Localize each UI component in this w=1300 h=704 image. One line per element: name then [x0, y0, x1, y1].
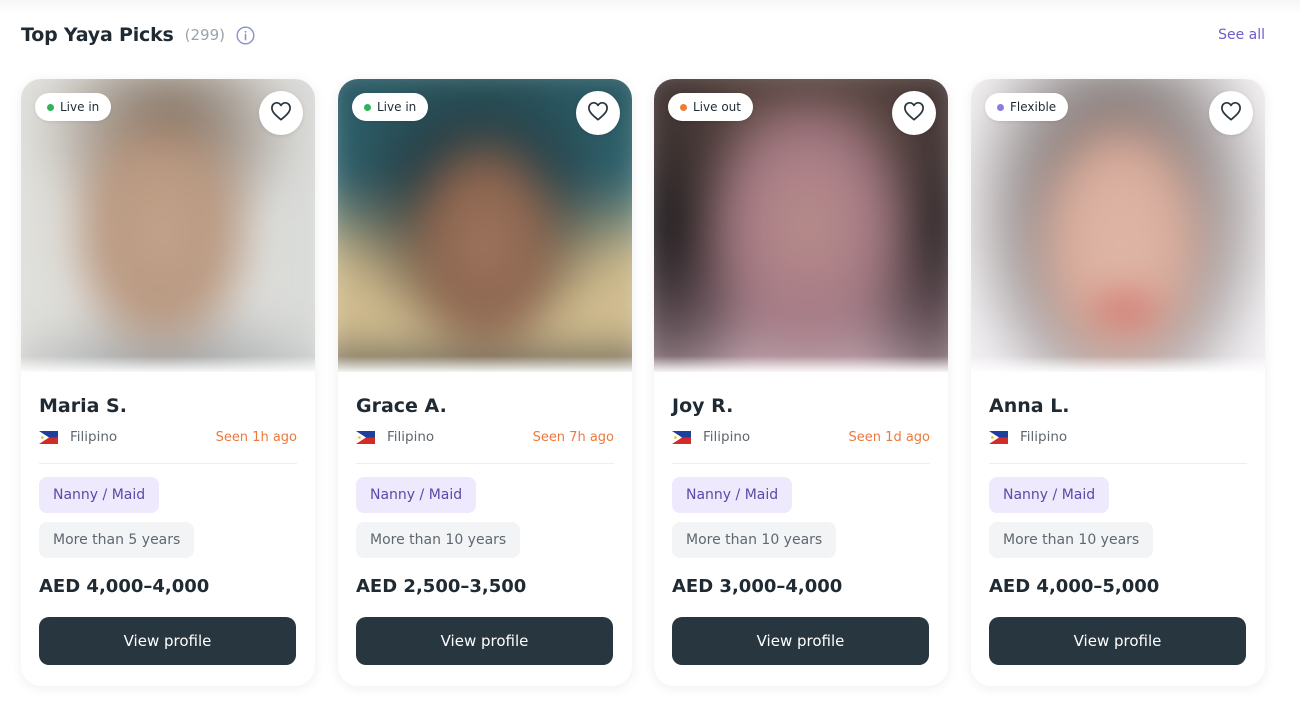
view-profile-button[interactable]: View profile	[39, 617, 296, 665]
profile-photo: Live in	[21, 79, 315, 372]
caregiver-card[interactable]: Flexible Anna L. Filipino Nanny / Maid M…	[971, 79, 1265, 686]
arrangement-badge: Live in	[352, 93, 429, 121]
meta-row: Filipino Seen 1d ago	[672, 428, 930, 446]
nationality: Filipino	[70, 429, 118, 445]
caregiver-name: Anna L.	[989, 395, 1070, 417]
see-all-link[interactable]: See all	[1218, 27, 1265, 43]
philippines-flag-icon	[356, 430, 375, 444]
heart-outline-icon	[903, 101, 925, 125]
profile-photo: Live out	[654, 79, 948, 372]
status-dot	[997, 103, 1004, 111]
arrangement-label: Live in	[377, 100, 417, 114]
arrangement-badge: Live out	[668, 93, 753, 121]
divider	[356, 463, 614, 464]
favorite-button[interactable]	[1209, 91, 1253, 135]
meta-row: Filipino	[989, 428, 1247, 446]
info-icon[interactable]	[236, 25, 255, 45]
last-seen: Seen 1d ago	[848, 429, 930, 445]
salary-range: AED 3,000–4,000	[672, 576, 843, 597]
nationality: Filipino	[703, 429, 751, 445]
salary-range: AED 4,000–5,000	[989, 576, 1160, 597]
caregiver-name: Joy R.	[672, 395, 734, 417]
profile-photo: Live in	[338, 79, 632, 372]
arrangement-badge: Live in	[35, 93, 112, 121]
philippines-flag-icon	[672, 430, 691, 444]
favorite-button[interactable]	[259, 91, 303, 135]
heart-outline-icon	[270, 101, 292, 125]
status-dot	[47, 103, 54, 111]
status-dot	[364, 103, 371, 111]
caregiver-card[interactable]: Live in Grace A. Filipino Seen 7h ago Na…	[338, 79, 632, 686]
role-tag: Nanny / Maid	[39, 477, 160, 513]
status-dot	[680, 103, 687, 111]
nationality: Filipino	[1020, 429, 1068, 445]
view-profile-button[interactable]: View profile	[672, 617, 929, 665]
experience-tag: More than 10 years	[989, 522, 1154, 558]
caregiver-name: Maria S.	[39, 395, 127, 417]
experience-tag: More than 10 years	[356, 522, 521, 558]
heart-outline-icon	[587, 101, 609, 125]
salary-range: AED 2,500–3,500	[356, 576, 527, 597]
experience-tag: More than 5 years	[39, 522, 195, 558]
section-title: Top Yaya Picks	[21, 24, 174, 46]
meta-row: Filipino Seen 1h ago	[39, 428, 297, 446]
section-header: Top Yaya Picks (299) See all	[21, 22, 1265, 48]
divider	[39, 463, 297, 464]
experience-tag: More than 10 years	[672, 522, 837, 558]
salary-range: AED 4,000–4,000	[39, 576, 210, 597]
caregiver-card[interactable]: Live out Joy R. Filipino Seen 1d ago Nan…	[654, 79, 948, 686]
result-count: (299)	[184, 26, 225, 44]
favorite-button[interactable]	[576, 91, 620, 135]
arrangement-label: Flexible	[1010, 100, 1057, 114]
view-profile-button[interactable]: View profile	[989, 617, 1246, 665]
philippines-flag-icon	[39, 430, 58, 444]
caregiver-name: Grace A.	[356, 395, 447, 417]
caregiver-card[interactable]: Live in Maria S. Filipino Seen 1h ago Na…	[21, 79, 315, 686]
view-profile-button[interactable]: View profile	[356, 617, 613, 665]
last-seen: Seen 7h ago	[532, 429, 614, 445]
divider	[989, 463, 1247, 464]
last-seen: Seen 1h ago	[215, 429, 297, 445]
arrangement-label: Live in	[60, 100, 100, 114]
top-edge-shadow	[0, 0, 1300, 14]
divider	[672, 463, 930, 464]
role-tag: Nanny / Maid	[989, 477, 1110, 513]
arrangement-label: Live out	[693, 100, 741, 114]
role-tag: Nanny / Maid	[356, 477, 477, 513]
heart-outline-icon	[1220, 101, 1242, 125]
caregiver-card-list: Live in Maria S. Filipino Seen 1h ago Na…	[21, 79, 1265, 687]
meta-row: Filipino Seen 7h ago	[356, 428, 614, 446]
arrangement-badge: Flexible	[985, 93, 1069, 121]
role-tag: Nanny / Maid	[672, 477, 793, 513]
nationality: Filipino	[387, 429, 435, 445]
philippines-flag-icon	[989, 430, 1008, 444]
favorite-button[interactable]	[892, 91, 936, 135]
profile-photo: Flexible	[971, 79, 1265, 372]
